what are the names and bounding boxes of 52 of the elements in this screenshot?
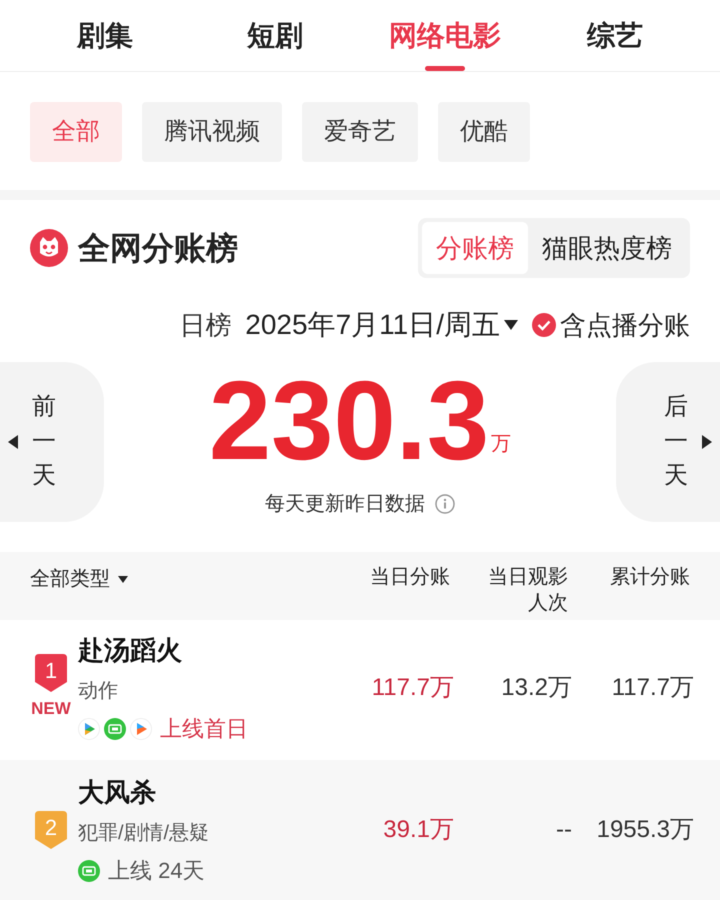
cumulative-revenue: 1955.3万 — [596, 815, 694, 845]
next-day-button[interactable]: 后一天 — [616, 362, 720, 522]
release-status: 上线首日 — [160, 715, 248, 743]
platform-filter-chip[interactable]: 优酷 — [438, 102, 530, 162]
rank-badge: 2 — [35, 811, 67, 849]
iqiyi-logo-icon — [78, 860, 100, 882]
movie-genre: 犯罪/剧情/悬疑 — [78, 821, 210, 846]
new-tag: NEW — [31, 696, 71, 722]
category-tab[interactable]: 剧集 — [20, 0, 190, 71]
left-arrow-icon — [8, 435, 18, 449]
previous-day-label: 前一天 — [32, 392, 56, 492]
tab-underline — [425, 66, 465, 71]
next-day-label: 后一天 — [664, 392, 688, 492]
total-revenue: 230.3 — [208, 365, 490, 477]
iqiyi-logo-icon — [104, 718, 126, 740]
daily-revenue: 117.7万 — [370, 673, 454, 703]
daily-viewers: 13.2万 — [500, 673, 572, 703]
date-picker[interactable]: 2025年7月11日/周五 — [245, 304, 518, 346]
movie-genre: 动作 — [78, 679, 119, 704]
previous-day-button[interactable]: 前一天 — [0, 362, 104, 522]
daily-revenue: 39.1万 — [382, 815, 454, 845]
dropdown-caret-icon — [118, 576, 128, 582]
column-header: 当日分账 — [369, 565, 450, 590]
rank-badge: 1 — [35, 654, 67, 692]
cat-logo-icon — [30, 229, 68, 267]
movie-title[interactable]: 赴汤蹈火 — [78, 631, 336, 670]
daily-viewers: -- — [555, 815, 572, 845]
genre-filter[interactable]: 全部类型 — [30, 564, 332, 594]
category-tab[interactable]: 网络电影 — [360, 0, 530, 71]
column-header: 累计分账 — [609, 565, 690, 590]
board-title: 全网分账榜 — [78, 229, 238, 268]
cumulative-revenue: 117.7万 — [610, 673, 694, 703]
category-tab[interactable]: 综艺 — [530, 0, 700, 71]
update-note: 每天更新昨日数据 — [265, 492, 425, 517]
check-circle-icon — [532, 313, 556, 337]
board-switch-tab[interactable]: 分账榜 — [422, 222, 528, 274]
play-logo-icon — [78, 718, 100, 740]
total-unit: 万 — [491, 432, 512, 457]
include-vod-checkbox[interactable]: 含点播分账 — [532, 306, 690, 344]
release-status: 上线 24天 — [108, 857, 205, 885]
board-switch-tab[interactable]: 猫眼热度榜 — [528, 222, 686, 274]
youku-logo-icon — [130, 718, 152, 740]
right-arrow-icon — [702, 435, 712, 449]
info-icon[interactable] — [435, 494, 455, 514]
column-header: 当日观影人次 — [487, 565, 568, 616]
category-tab[interactable]: 短剧 — [190, 0, 360, 71]
movie-title[interactable]: 大风杀 — [78, 773, 336, 812]
platform-filter-chip[interactable]: 腾讯视频 — [142, 102, 282, 162]
platform-filter-chip[interactable]: 爱奇艺 — [302, 102, 418, 162]
dropdown-caret-icon — [504, 320, 518, 330]
platform-filter-chip[interactable]: 全部 — [30, 102, 122, 162]
date-mode-label: 日榜 — [179, 308, 232, 342]
